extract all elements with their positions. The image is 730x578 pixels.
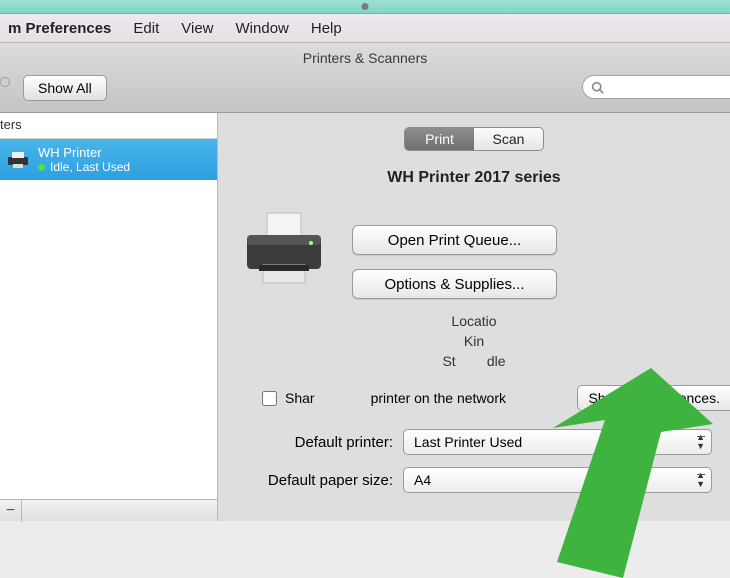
menu-edit[interactable]: Edit [133,20,159,37]
printer-icon [6,151,30,169]
default-paper-select[interactable]: A4 ▲▼ [403,467,712,493]
printer-info: Locatio Kin St dle [218,313,730,369]
search-field[interactable] [582,75,730,99]
window-title: Printers & Scanners [0,50,730,66]
share-label-pre: Shar [285,390,315,406]
printer-detail-pane: Print Scan WH Printer 2017 series Open P… [218,113,730,521]
printer-list-sidebar: ters WH Printer Idle, Last Used − [0,113,218,521]
print-scan-segmented[interactable]: Print Scan [404,127,544,151]
menu-help[interactable]: Help [311,20,342,37]
options-supplies-button[interactable]: Options & Supplies... [352,269,557,299]
default-paper-label: Default paper size: [218,472,393,489]
sidebar-footer: − [0,499,217,521]
window-titlebar-accent [0,0,730,14]
share-label-post: printer on the network [371,390,506,406]
search-icon [591,81,604,94]
menu-view[interactable]: View [181,20,213,37]
menu-window[interactable]: Window [236,20,289,37]
menubar: m Preferences Edit View Window Help [0,14,730,43]
printer-name: WH Printer [38,145,130,160]
search-input[interactable] [608,80,708,95]
kind-label: Kin [218,333,730,349]
remove-printer-button[interactable]: − [0,500,22,522]
default-printer-label: Default printer: [218,434,393,451]
share-printer-checkbox[interactable] [262,391,277,406]
toolbar: Printers & Scanners Show All [0,43,730,113]
printer-list-item[interactable]: WH Printer Idle, Last Used [0,139,217,180]
open-print-queue-button[interactable]: Open Print Queue... [352,225,557,255]
tab-scan[interactable]: Scan [474,128,543,150]
sharing-preferences-button[interactable]: Sharing Preferences. [577,385,730,411]
menu-app[interactable]: m Preferences [8,20,111,37]
tab-print[interactable]: Print [405,128,474,150]
traffic-light-button[interactable] [0,77,10,87]
show-all-button[interactable]: Show All [23,75,107,101]
chevron-up-down-icon: ▲▼ [696,471,705,489]
status-line: St dle [218,353,730,369]
sidebar-header: ters [0,113,217,139]
default-printer-select[interactable]: Last Printer Used ▲▼ [403,429,712,455]
chevron-up-down-icon: ▲▼ [696,433,705,451]
default-printer-value: Last Printer Used [414,434,522,450]
printer-status: Idle, Last Used [38,160,130,174]
location-label: Locatio [218,313,730,329]
default-paper-value: A4 [414,472,431,488]
printer-title: WH Printer 2017 series [218,169,730,187]
printer-image [236,203,332,299]
